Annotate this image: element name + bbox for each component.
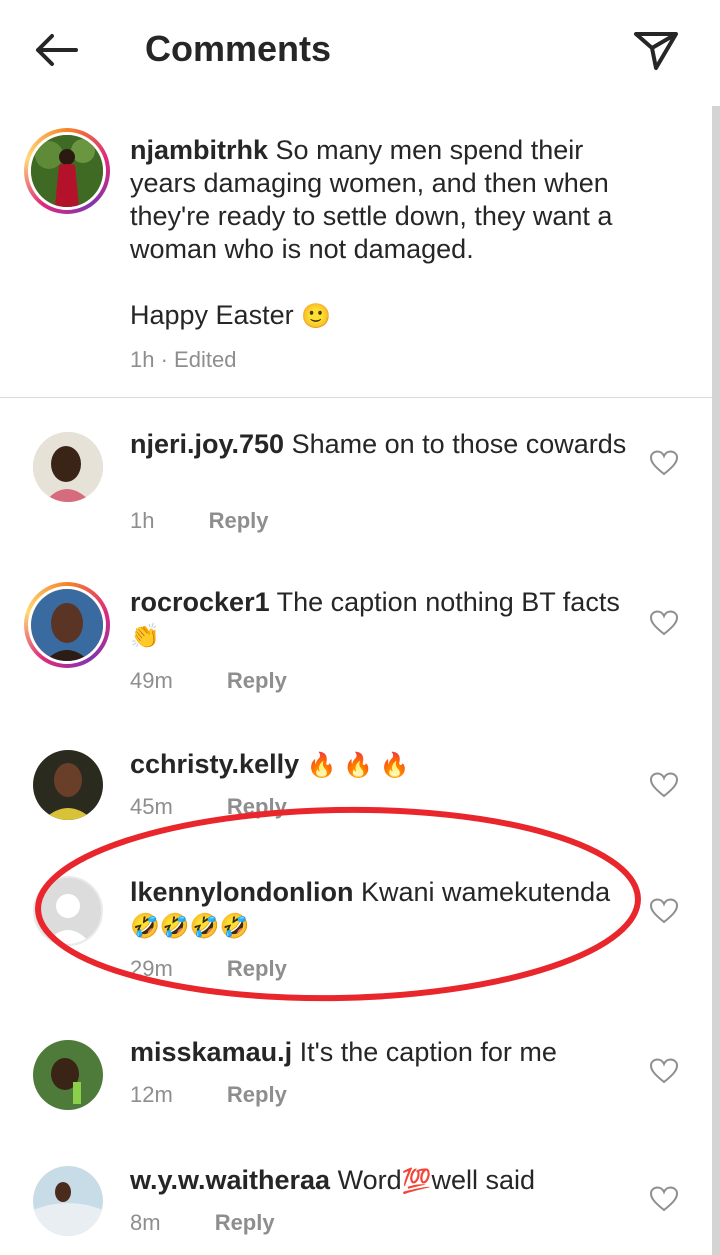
comment-time: 29m xyxy=(130,956,173,981)
comment-body: Kwani wamekutenda xyxy=(361,877,611,907)
comment-time: 8m xyxy=(130,1210,161,1235)
comment-meta: 1h Reply xyxy=(130,508,269,534)
back-arrow-icon[interactable] xyxy=(30,28,82,72)
comment-body-2: well said xyxy=(431,1165,536,1195)
comment-username[interactable]: njeri.joy.750 xyxy=(130,429,284,459)
avatar[interactable] xyxy=(33,750,103,820)
reply-button[interactable]: Reply xyxy=(227,1082,287,1107)
comment-time: 49m xyxy=(130,668,173,693)
caption-username[interactable]: njambitrhk xyxy=(130,135,268,165)
story-ring[interactable] xyxy=(24,582,110,668)
avatar[interactable] xyxy=(28,586,106,664)
heart-icon[interactable] xyxy=(649,772,679,798)
comment-text: cchristy.kelly 🔥 🔥 🔥 xyxy=(130,748,630,782)
caption-time: 1h xyxy=(130,347,155,372)
smile-emoji-icon: 🙂 xyxy=(301,303,331,330)
comment-text: njeri.joy.750 Shame on to those cowards xyxy=(130,428,630,461)
header-bar: Comments xyxy=(0,0,720,100)
comment-username[interactable]: misskamau.j xyxy=(130,1037,292,1067)
comment-time: 1h xyxy=(130,508,155,533)
avatar[interactable] xyxy=(33,1040,103,1110)
comment-meta: 49m Reply xyxy=(130,668,287,694)
reply-button[interactable]: Reply xyxy=(209,508,269,533)
fire-emoji-icon: 🔥 🔥 🔥 xyxy=(306,752,410,779)
heart-icon[interactable] xyxy=(649,610,679,636)
heart-icon[interactable] xyxy=(649,1186,679,1212)
comment-text: misskamau.j It's the caption for me xyxy=(130,1036,630,1069)
page-title: Comments xyxy=(145,28,332,69)
caption-line2: Happy Easter xyxy=(130,300,294,330)
comment-meta: 29m Reply xyxy=(130,956,287,982)
reply-button[interactable]: Reply xyxy=(227,956,287,981)
heart-icon[interactable] xyxy=(649,1058,679,1084)
comment-body: It's the caption for me xyxy=(299,1037,557,1067)
caption-text: njambitrhk So many men spend their years… xyxy=(130,134,650,376)
comment-text: rocrocker1 The caption nothing BT facts … xyxy=(130,586,630,653)
comment-text: w.y.w.waitheraa Word💯well said xyxy=(130,1164,630,1198)
comment-meta: 12m Reply xyxy=(130,1082,287,1108)
heart-icon[interactable] xyxy=(649,898,679,924)
scrollbar[interactable] xyxy=(712,106,720,1255)
comment-time: 45m xyxy=(130,794,173,819)
comment-username[interactable]: rocrocker1 xyxy=(130,587,270,617)
comment-body: The caption nothing BT facts xyxy=(276,587,620,617)
heart-icon[interactable] xyxy=(649,450,679,476)
story-ring[interactable] xyxy=(24,128,110,214)
clap-emoji-icon: 👏 xyxy=(130,623,160,650)
reply-button[interactable]: Reply xyxy=(227,794,287,819)
hundred-emoji-icon: 💯 xyxy=(401,1168,432,1195)
comment-meta: 8m Reply xyxy=(130,1210,275,1236)
reply-button[interactable]: Reply xyxy=(215,1210,275,1235)
comment-username[interactable]: cchristy.kelly xyxy=(130,749,299,779)
comment-body: Word xyxy=(337,1165,402,1195)
laughing-emoji-icon: 🤣🤣🤣🤣 xyxy=(130,913,250,940)
avatar[interactable] xyxy=(33,876,103,946)
comment-body: Shame on to those cowards xyxy=(291,429,627,459)
send-icon[interactable] xyxy=(630,26,682,74)
avatar[interactable] xyxy=(33,432,103,502)
reply-button[interactable]: Reply xyxy=(227,668,287,693)
caption-edited: · Edited xyxy=(160,347,237,372)
comment-text: lkennylondonlion Kwani wamekutenda 🤣🤣🤣🤣 xyxy=(130,876,650,943)
avatar[interactable] xyxy=(28,132,106,210)
comment-time: 12m xyxy=(130,1082,173,1107)
divider xyxy=(0,397,712,398)
avatar[interactable] xyxy=(33,1166,103,1236)
comment-meta: 45m Reply xyxy=(130,794,287,820)
comment-username[interactable]: w.y.w.waitheraa xyxy=(130,1165,330,1195)
comment-username[interactable]: lkennylondonlion xyxy=(130,877,354,907)
